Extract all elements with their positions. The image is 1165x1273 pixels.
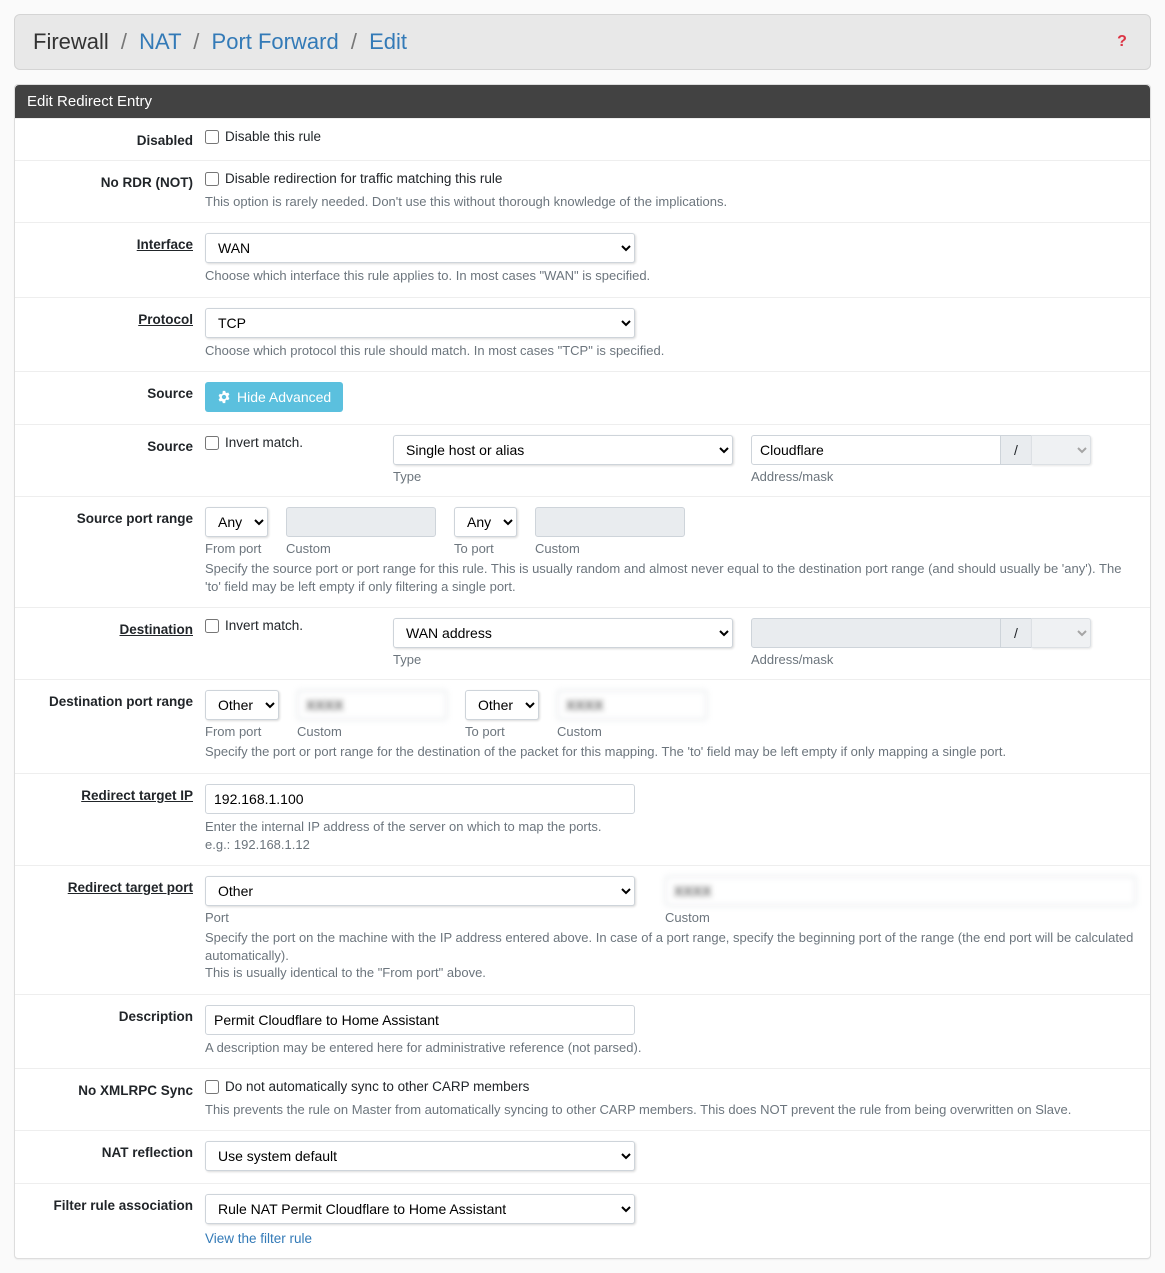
rtport-custom-label: Custom [665,910,1136,925]
rtip-help2: e.g.: 192.168.1.12 [205,836,1136,854]
hide-advanced-label: Hide Advanced [237,388,331,406]
dpr-custom2-input[interactable] [557,690,707,720]
source-invert-text: Invert match. [225,435,303,450]
label-disabled: Disabled [15,129,205,148]
label-protocol: Protocol [138,312,193,327]
spr-help: Specify the source port or port range fo… [205,560,1136,595]
page-header: Firewall / NAT / Port Forward / Edit ? [14,14,1151,70]
help-icon[interactable]: ? [1112,33,1132,51]
dpr-help: Specify the port or port range for the d… [205,743,1136,761]
label-nordr: No RDR (NOT) [15,171,205,190]
rtport-custom-input[interactable] [665,876,1136,906]
dest-invert-checkbox[interactable]: Invert match. [205,618,303,633]
nat-reflection-select[interactable]: Use system default [205,1141,635,1171]
label-rtport: Redirect target port [68,880,193,895]
dest-type-select[interactable]: WAN address [393,618,733,648]
mask-separator: / [1001,435,1031,465]
nordr-text: Disable redirection for traffic matching… [225,171,502,186]
rtport-port-label: Port [205,910,635,925]
crumb-edit[interactable]: Edit [369,29,407,54]
spr-custom1-input [286,507,436,537]
spr-custom2-input [535,507,685,537]
label-interface: Interface [137,237,193,252]
nordr-input[interactable] [205,172,219,186]
nordr-checkbox[interactable]: Disable redirection for traffic matching… [205,171,502,186]
dest-invert-text: Invert match. [225,618,303,633]
dpr-to-label: To port [465,724,539,739]
noxml-checkbox[interactable]: Do not automatically sync to other CARP … [205,1079,529,1094]
spr-from-label: From port [205,541,268,556]
protocol-help: Choose which protocol this rule should m… [205,342,1136,360]
label-natrefl: NAT reflection [15,1141,205,1160]
source-addr-label: Address/mask [751,469,1091,484]
spr-to-label: To port [454,541,517,556]
noxml-input[interactable] [205,1080,219,1094]
disable-rule-input[interactable] [205,130,219,144]
redirect-target-ip-input[interactable] [205,784,635,814]
source-invert-checkbox[interactable]: Invert match. [205,435,303,450]
label-spr: Source port range [15,507,205,526]
label-description: Description [15,1005,205,1024]
source-type-select[interactable]: Single host or alias [393,435,733,465]
breadcrumb-sep: / [115,29,133,54]
spr-to-select[interactable]: Any [454,507,517,537]
crumb-firewall: Firewall [33,29,109,54]
breadcrumb-sep: / [187,29,205,54]
label-noxml: No XMLRPC Sync [15,1079,205,1098]
breadcrumb-sep: / [345,29,363,54]
label-source: Source [15,435,205,454]
mask-separator: / [1001,618,1031,648]
rtip-help1: Enter the internal IP address of the ser… [205,818,1136,836]
spr-from-select[interactable]: Any [205,507,268,537]
filter-rule-assoc-select[interactable]: Rule NAT Permit Cloudflare to Home Assis… [205,1194,635,1224]
source-mask-select [1031,435,1091,465]
label-source-btn: Source [15,382,205,401]
rtport-help1: Specify the port on the machine with the… [205,929,1136,964]
view-filter-rule-link[interactable]: View the filter rule [205,1231,312,1246]
breadcrumb: Firewall / NAT / Port Forward / Edit [33,29,1112,55]
label-dpr: Destination port range [15,690,205,709]
label-destination: Destination [119,622,193,637]
spr-custom1-label: Custom [286,541,436,556]
dpr-from-label: From port [205,724,279,739]
rtport-select[interactable]: Other [205,876,635,906]
panel-title: Edit Redirect Entry [15,85,1150,118]
nordr-help: This option is rarely needed. Don't use … [205,193,1136,211]
interface-help: Choose which interface this rule applies… [205,267,1136,285]
disable-rule-checkbox[interactable]: Disable this rule [205,129,321,144]
protocol-select[interactable]: TCP [205,308,635,338]
source-type-label: Type [393,469,733,484]
dest-address-input [751,618,1001,648]
source-invert-input[interactable] [205,436,219,450]
dpr-to-select[interactable]: Other [465,690,539,720]
dpr-custom2-label: Custom [557,724,707,739]
rtport-help2: This is usually identical to the "From p… [205,964,1136,982]
dest-mask-select [1031,618,1091,648]
hide-advanced-button[interactable]: Hide Advanced [205,382,343,412]
disable-rule-text: Disable this rule [225,129,321,144]
crumb-port-forward[interactable]: Port Forward [212,29,339,54]
source-address-input[interactable] [751,435,1001,465]
edit-redirect-panel: Edit Redirect Entry Disabled Disable thi… [14,84,1151,1259]
dpr-from-select[interactable]: Other [205,690,279,720]
label-rtip: Redirect target IP [81,788,193,803]
interface-select[interactable]: WAN [205,233,635,263]
dest-type-label: Type [393,652,733,667]
description-input[interactable] [205,1005,635,1035]
dpr-custom1-label: Custom [297,724,447,739]
gear-icon [217,390,231,404]
dest-addr-label: Address/mask [751,652,1091,667]
noxml-text: Do not automatically sync to other CARP … [225,1079,529,1094]
spr-custom2-label: Custom [535,541,685,556]
dpr-custom1-input[interactable] [297,690,447,720]
label-fra: Filter rule association [15,1194,205,1213]
dest-invert-input[interactable] [205,619,219,633]
crumb-nat[interactable]: NAT [139,29,181,54]
description-help: A description may be entered here for ad… [205,1039,1136,1057]
noxml-help: This prevents the rule on Master from au… [205,1101,1136,1119]
